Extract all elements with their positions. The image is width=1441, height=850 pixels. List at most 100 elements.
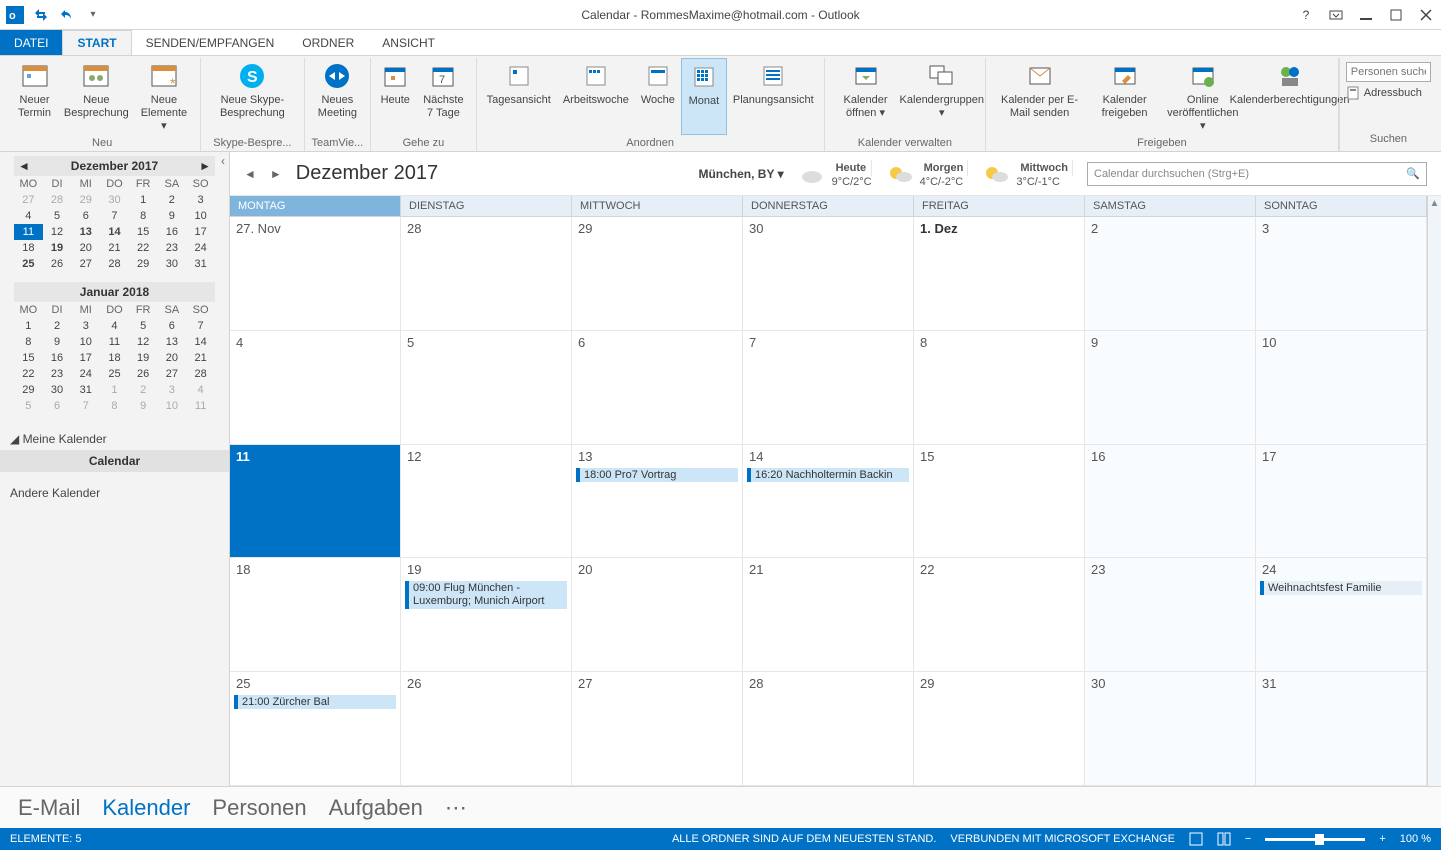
minical-day[interactable]: 27 — [14, 192, 43, 208]
tab-start[interactable]: START — [62, 30, 131, 55]
minical-day[interactable]: 18 — [14, 240, 43, 256]
minical-day[interactable]: 2 — [129, 382, 158, 398]
day-header[interactable]: MONTAG — [230, 196, 401, 216]
minical-day[interactable]: 29 — [129, 256, 158, 272]
minical-day[interactable]: 5 — [43, 208, 72, 224]
nav-mail[interactable]: E-Mail — [18, 795, 80, 821]
my-calendars-header[interactable]: ◢ Meine Kalender — [0, 428, 229, 450]
day-header[interactable]: DIENSTAG — [401, 196, 572, 216]
calendar-day[interactable]: 30 — [1085, 672, 1256, 785]
minical-day[interactable]: 26 — [129, 366, 158, 382]
minical-day[interactable]: 28 — [186, 366, 215, 382]
calendar-day[interactable]: 29 — [572, 217, 743, 330]
minical-day[interactable]: 7 — [71, 398, 100, 414]
share-calendar-button[interactable]: Kalender freigeben — [1089, 58, 1160, 135]
tab-folder[interactable]: ORDNER — [288, 30, 368, 55]
close-icon[interactable] — [1411, 1, 1441, 29]
other-calendars-header[interactable]: Andere Kalender — [0, 472, 229, 504]
minical-day[interactable]: 29 — [14, 382, 43, 398]
minical-day[interactable]: 17 — [186, 224, 215, 240]
day-view-button[interactable]: Tagesansicht — [481, 58, 557, 135]
minical-day[interactable]: 22 — [14, 366, 43, 382]
day-header[interactable]: MITTWOCH — [572, 196, 743, 216]
new-items-button[interactable]: *Neue Elemente ▾ — [132, 58, 197, 135]
calendar-day[interactable]: 21 — [743, 558, 914, 671]
calendar-event[interactable]: Weihnachtsfest Familie — [1260, 581, 1422, 595]
minical-day[interactable]: 3 — [158, 382, 187, 398]
open-calendar-button[interactable]: Kalender öffnen ▾ — [829, 58, 903, 135]
calendar-search-input[interactable]: Calendar durchsuchen (Strg+E)🔍 — [1087, 162, 1427, 186]
minical-day[interactable]: 25 — [100, 366, 129, 382]
minical-day[interactable]: 18 — [100, 350, 129, 366]
minical-day[interactable]: 8 — [14, 334, 43, 350]
view-normal-icon[interactable] — [1189, 832, 1203, 846]
next-month-icon[interactable]: ► — [270, 167, 282, 181]
calendar-day[interactable]: 17 — [1256, 445, 1427, 558]
collapse-sidebar-icon[interactable]: ‹ — [221, 154, 225, 168]
calendar-day[interactable]: 4 — [230, 331, 401, 444]
minical-day[interactable]: 4 — [14, 208, 43, 224]
calendar-permissions-button[interactable]: Kalenderberechtigungen — [1245, 58, 1333, 135]
scroll-up-icon[interactable]: ▲ — [1427, 196, 1441, 786]
calendar-event[interactable]: 16:20 Nachholtermin Backin — [747, 468, 909, 482]
minical-day[interactable]: 27 — [71, 256, 100, 272]
minical-day[interactable]: 7 — [186, 318, 215, 334]
calendar-day[interactable]: 10 — [1256, 331, 1427, 444]
minical-prev-icon[interactable]: ◄ — [18, 159, 30, 173]
nav-calendar[interactable]: Kalender — [102, 795, 190, 821]
minical-day[interactable]: 30 — [158, 256, 187, 272]
calendar-day[interactable]: 30 — [743, 217, 914, 330]
minical-day[interactable]: 4 — [100, 318, 129, 334]
help-icon[interactable]: ? — [1291, 1, 1321, 29]
find-people-input[interactable] — [1346, 62, 1431, 82]
minical-december[interactable]: ◄Dezember 2017► MODIMIDOFRSASO2728293012… — [0, 152, 229, 278]
day-header[interactable]: SAMSTAG — [1085, 196, 1256, 216]
qat-dropdown-icon[interactable]: ▾ — [82, 4, 104, 26]
minical-day[interactable]: 2 — [158, 192, 187, 208]
minical-day[interactable]: 9 — [158, 208, 187, 224]
day-header[interactable]: FREITAG — [914, 196, 1085, 216]
minical-day[interactable]: 20 — [158, 350, 187, 366]
email-calendar-button[interactable]: Kalender per E-Mail senden — [990, 58, 1089, 135]
calendar-day[interactable]: 6 — [572, 331, 743, 444]
minical-day[interactable]: 20 — [71, 240, 100, 256]
month-view-button[interactable]: Monat — [681, 58, 727, 135]
calendar-day[interactable]: 9 — [1085, 331, 1256, 444]
calendar-event[interactable]: 21:00 Zürcher Bal — [234, 695, 396, 709]
nav-people[interactable]: Personen — [212, 795, 306, 821]
minical-day[interactable]: 5 — [129, 318, 158, 334]
schedule-view-button[interactable]: Planungsansicht — [727, 58, 820, 135]
calendar-event[interactable]: 09:00 Flug München - Luxemburg; Munich A… — [405, 581, 567, 609]
minical-day[interactable]: 30 — [100, 192, 129, 208]
minical-day[interactable]: 28 — [100, 256, 129, 272]
minimize-icon[interactable] — [1351, 1, 1381, 29]
calendar-day[interactable]: 1416:20 Nachholtermin Backin — [743, 445, 914, 558]
teamviewer-meeting-button[interactable]: Neues Meeting — [309, 58, 367, 135]
calendar-event[interactable]: 18:00 Pro7 Vortrag — [576, 468, 738, 482]
minical-day[interactable]: 24 — [186, 240, 215, 256]
minical-day[interactable]: 22 — [129, 240, 158, 256]
day-header[interactable]: SONNTAG — [1256, 196, 1427, 216]
minical-day[interactable]: 19 — [43, 240, 72, 256]
minical-day[interactable]: 5 — [14, 398, 43, 414]
calendar-day[interactable]: 3 — [1256, 217, 1427, 330]
minical-day[interactable]: 1 — [100, 382, 129, 398]
calendar-day[interactable]: 24Weihnachtsfest Familie — [1256, 558, 1427, 671]
calendar-day[interactable]: 31 — [1256, 672, 1427, 785]
minical-day[interactable]: 3 — [71, 318, 100, 334]
calendar-day[interactable]: 1318:00 Pro7 Vortrag — [572, 445, 743, 558]
week-view-button[interactable]: Woche — [635, 58, 681, 135]
minical-day[interactable]: 13 — [71, 224, 100, 240]
minical-day[interactable]: 21 — [186, 350, 215, 366]
minical-day[interactable]: 10 — [158, 398, 187, 414]
minical-january[interactable]: Januar 2018 MODIMIDOFRSASO12345678910111… — [0, 278, 229, 420]
minical-day[interactable]: 23 — [43, 366, 72, 382]
calendar-groups-button[interactable]: Kalendergruppen ▾ — [902, 58, 981, 135]
send-receive-icon[interactable] — [30, 4, 52, 26]
minical-day[interactable]: 11 — [14, 224, 43, 240]
calendar-day[interactable]: 29 — [914, 672, 1085, 785]
zoom-out-icon[interactable]: − — [1245, 833, 1251, 845]
address-book-button[interactable]: Adressbuch — [1346, 86, 1431, 100]
minical-day[interactable]: 21 — [100, 240, 129, 256]
weather-location[interactable]: München, BY ▾ — [698, 167, 783, 181]
